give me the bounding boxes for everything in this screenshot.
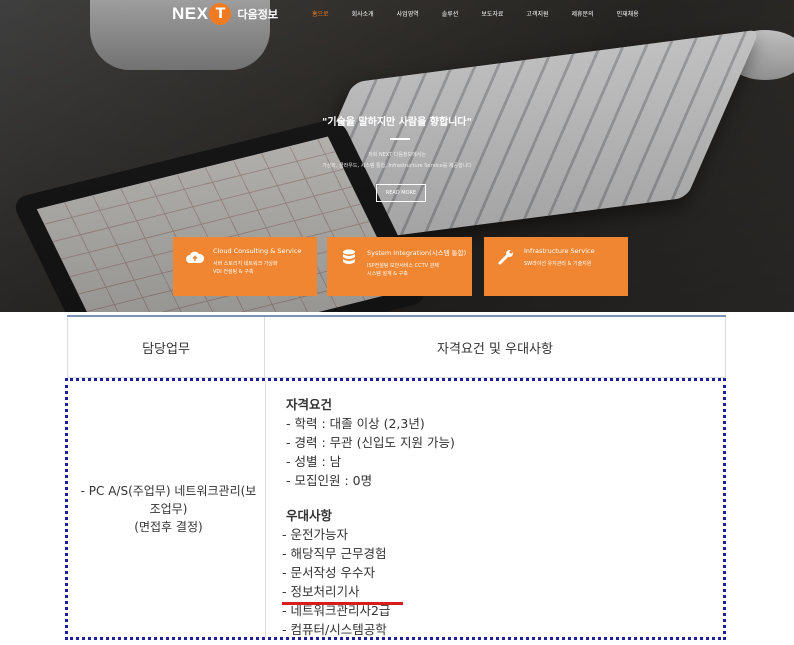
preferences-title: 우대사항 — [286, 508, 333, 523]
logo-t-icon: T — [209, 3, 232, 25]
menu-about[interactable]: 회사소개 — [352, 9, 374, 18]
hero-banner: NEX T 다음정보 홈으로 회사소개 사업영역 솔루션 보도자료 고객지원 제… — [0, 0, 794, 312]
database-icon — [339, 247, 359, 267]
menu-press[interactable]: 보도자료 — [481, 9, 503, 18]
menu-partnership[interactable]: 제휴문의 — [572, 9, 594, 18]
hero-subtext-1: 저희 NEXT 다음정보에서는 — [368, 152, 426, 158]
menu-careers[interactable]: 인재채용 — [617, 9, 639, 18]
hero-subtext-2: 가상화, 클라우드, 시스템 통합, Infrastructure Servic… — [322, 163, 472, 169]
qualifications-title: 자격요건 — [286, 397, 333, 412]
table-header: 담당업무 자격요건 및 우대사항 — [67, 315, 726, 378]
list-item: - 해당직무 근무경험 — [282, 546, 387, 561]
header-duty: 담당업무 — [67, 317, 265, 377]
logo[interactable]: NEX T 다음정보 — [172, 2, 278, 26]
menu-business[interactable]: 사업영역 — [397, 9, 419, 18]
hero-divider — [390, 138, 410, 140]
table-row: - PC A/S(주업무) 네트워크관리(보 조업무) (면접후 결정) 자격요… — [65, 378, 726, 640]
list-item: - 컴퓨터/시스템공학 — [282, 622, 387, 637]
top-nav: NEX T 다음정보 홈으로 회사소개 사업영역 솔루션 보도자료 고객지원 제… — [0, 0, 794, 30]
list-item: - 성별 : 남 — [286, 454, 342, 469]
header-qualifications: 자격요건 및 우대사항 — [265, 317, 726, 377]
hero-tagline: "기술을 말하지만 사람을 향합니다" — [322, 117, 472, 128]
job-table: 담당업무 자격요건 및 우대사항 — [67, 315, 726, 378]
highlight-underline — [282, 602, 403, 605]
service-card-infra[interactable]: Infrastructure Service SW라이선 유지관리 & 기술지원 — [484, 237, 628, 296]
menu-support[interactable]: 고객지원 — [526, 9, 548, 18]
cloud-upload-icon — [185, 247, 205, 267]
wrench-icon — [496, 247, 516, 267]
list-item: - 학력 : 대졸 이상 (2,3년) — [286, 416, 425, 431]
list-item: - 경력 : 무관 (신입도 지원 가능) — [286, 435, 455, 450]
service-card-si[interactable]: System Integration(시스템 통합) ISP컨설팅 보안서비스 … — [327, 237, 472, 296]
duty-cell: - PC A/S(주업무) 네트워크관리(보 조업무) (면접후 결정) — [72, 381, 266, 637]
menu-home[interactable]: 홈으로 — [312, 9, 329, 18]
list-item: - 정보처리기사 — [282, 584, 360, 599]
list-item: - 운전가능자 — [282, 527, 348, 542]
read-more-button[interactable]: READ MORE — [376, 184, 426, 202]
list-item: - 문서작성 우수자 — [282, 565, 375, 580]
list-item: - 모집인원 : 0명 — [286, 473, 373, 488]
main-menu: 홈으로 회사소개 사업영역 솔루션 보도자료 고객지원 제휴문의 인재채용 — [312, 9, 662, 18]
service-card-cloud[interactable]: Cloud Consulting & Service 서버 스토리지 네트워크 … — [173, 237, 317, 296]
menu-solution[interactable]: 솔루션 — [442, 9, 459, 18]
